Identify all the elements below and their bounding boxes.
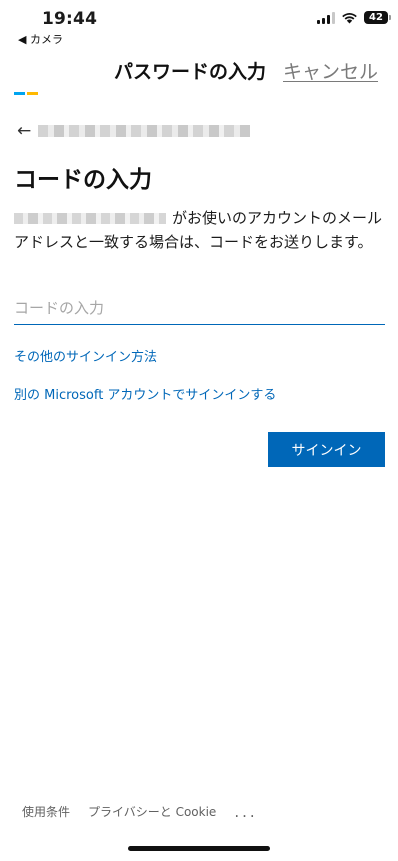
other-signin-methods-link[interactable]: その他のサインイン方法 — [14, 346, 157, 365]
signal-icon — [317, 11, 335, 24]
status-time: 19:44 — [42, 9, 98, 29]
wifi-icon — [342, 12, 357, 23]
logo-bar-blue — [14, 92, 25, 95]
code-input[interactable] — [14, 291, 385, 325]
cancel-button[interactable]: キャンセル — [283, 57, 378, 84]
redacted-email — [38, 125, 250, 137]
more-options-button[interactable]: ... — [234, 804, 257, 819]
page-title: コードの入力 — [14, 167, 152, 193]
logo-bar-yellow — [27, 92, 38, 95]
other-account-link[interactable]: 別の Microsoft アカウントでサインインする — [14, 384, 276, 403]
status-icons: 42 — [317, 11, 391, 24]
description: がお使いのアカウントのメール アドレスと一致する場合は、コードをお送りします。 — [14, 206, 389, 254]
privacy-link[interactable]: プライバシーと Cookie — [88, 803, 216, 820]
back-arrow-icon[interactable]: ← — [17, 121, 31, 141]
signin-button[interactable]: サインイン — [268, 432, 385, 467]
redacted-email-inline — [14, 213, 166, 224]
battery-icon: 42 — [364, 11, 391, 24]
footer: 使用条件 プライバシーと Cookie ... — [22, 803, 258, 820]
terms-link[interactable]: 使用条件 — [22, 803, 70, 820]
microsoft-logo — [14, 92, 38, 95]
header-title: パスワードの入力 — [114, 61, 267, 83]
home-indicator — [128, 846, 270, 851]
back-to-app-link[interactable]: ◀ カメラ — [18, 31, 63, 47]
